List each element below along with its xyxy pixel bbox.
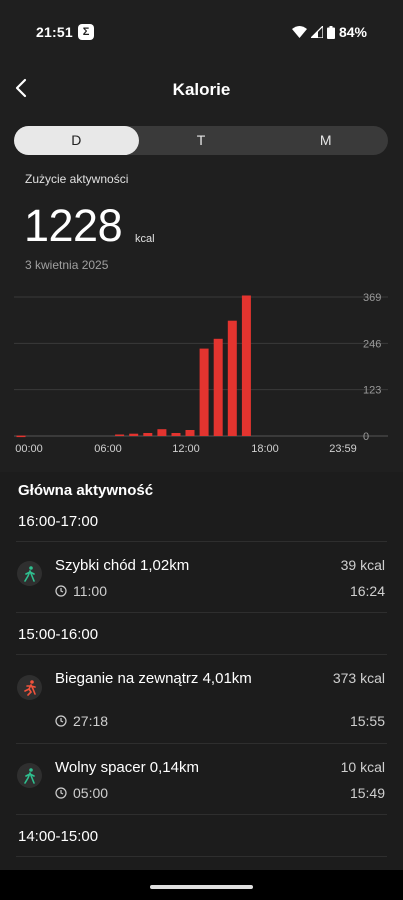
divider (16, 814, 387, 815)
y-tick-label: 246 (363, 338, 381, 350)
calories-chart[interactable]: 369 246 123 0 00:00 06:00 12:00 18:00 23:59 (0, 285, 403, 460)
status-icons: 84% (291, 24, 367, 40)
x-tick-label: 00:00 (15, 443, 43, 455)
walking-icon (17, 561, 42, 586)
calorie-bar[interactable] (171, 433, 181, 436)
calorie-bar[interactable] (241, 295, 251, 437)
activity-kcal: 39 kcal (340, 557, 385, 573)
y-tick-label: 0 (363, 431, 369, 443)
activity-duration-value: 11:00 (73, 583, 107, 599)
summary-date: 3 kwietnia 2025 (25, 258, 109, 272)
clock-icon (55, 715, 67, 727)
clock-icon (55, 585, 67, 597)
screen: 21:51 Σ 84% Kalorie D T M Zużycie aktywn… (0, 0, 403, 900)
tab-day[interactable]: D (14, 126, 139, 155)
activity-end-time: 15:55 (349, 713, 385, 729)
y-tick-label: 369 (363, 292, 381, 304)
x-tick-label: 12:00 (172, 443, 200, 455)
group-header: 16:00-17:00 (18, 513, 99, 530)
period-selector: D T M (14, 126, 388, 155)
activity-item[interactable]: Bieganie na zewnątrz 4,01km 373 kcal 27:… (0, 655, 403, 743)
calorie-bar[interactable] (16, 435, 26, 438)
calories-total: 1228 (24, 200, 123, 251)
wifi-icon (291, 26, 307, 38)
summary-label: Zużycie aktywności (25, 172, 129, 186)
calorie-bar[interactable] (227, 320, 237, 436)
status-time: 21:51 (36, 24, 73, 40)
battery-level: 84% (338, 24, 367, 40)
y-tick-label: 123 (363, 385, 381, 397)
activity-duration: 05:00 (55, 785, 108, 801)
group-header: 14:00-15:00 (18, 828, 99, 845)
activity-duration: 27:18 (55, 713, 108, 729)
activity-end-time: 15:49 (349, 785, 385, 801)
activity-item[interactable]: Szybki chód 1,02km 39 kcal 11:00 16:24 (0, 542, 403, 612)
page-title: Kalorie (172, 80, 231, 99)
app-notification-icon: Σ (78, 24, 94, 40)
activity-duration-value: 05:00 (73, 785, 109, 801)
calorie-bar[interactable] (143, 433, 153, 436)
calorie-bar[interactable] (157, 429, 167, 436)
activity-section-title: Główna aktywność (18, 482, 154, 499)
signal-icon (310, 26, 323, 38)
activity-end-time: 16:24 (349, 583, 385, 599)
home-indicator[interactable] (150, 885, 253, 889)
divider (16, 856, 387, 857)
group-header: 15:00-16:00 (18, 626, 99, 643)
activity-kcal: 10 kcal (340, 759, 385, 775)
activity-list: Główna aktywność 16:00-17:00 Szybki chód… (0, 472, 403, 900)
calorie-bar[interactable] (185, 430, 195, 436)
running-icon (17, 675, 42, 700)
calorie-bar[interactable] (199, 348, 209, 436)
tab-week[interactable]: T (139, 126, 264, 155)
calorie-bar[interactable] (213, 338, 223, 436)
walking-icon (17, 763, 42, 788)
activity-item[interactable]: Wolny spacer 0,14km 10 kcal 05:00 15:49 (0, 744, 403, 814)
activity-duration-value: 27:18 (73, 713, 109, 729)
calorie-bar[interactable] (115, 434, 125, 437)
status-bar: 21:51 Σ 84% (0, 0, 403, 60)
activity-kcal: 373 kcal (332, 670, 385, 686)
activity-name: Wolny spacer 0,14km (55, 759, 199, 776)
activity-name: Bieganie na zewnątrz 4,01km (55, 670, 252, 687)
clock-icon (55, 787, 67, 799)
calories-unit: kcal (135, 233, 155, 245)
divider (16, 612, 387, 613)
x-tick-label: 23:59 (329, 443, 357, 455)
x-tick-label: 06:00 (94, 443, 122, 455)
calorie-bar[interactable] (129, 433, 139, 436)
tab-month[interactable]: M (263, 126, 388, 155)
battery-icon (326, 25, 335, 39)
activity-duration: 11:00 (55, 583, 107, 599)
x-tick-label: 18:00 (251, 443, 279, 455)
activity-name: Szybki chód 1,02km (55, 557, 190, 574)
